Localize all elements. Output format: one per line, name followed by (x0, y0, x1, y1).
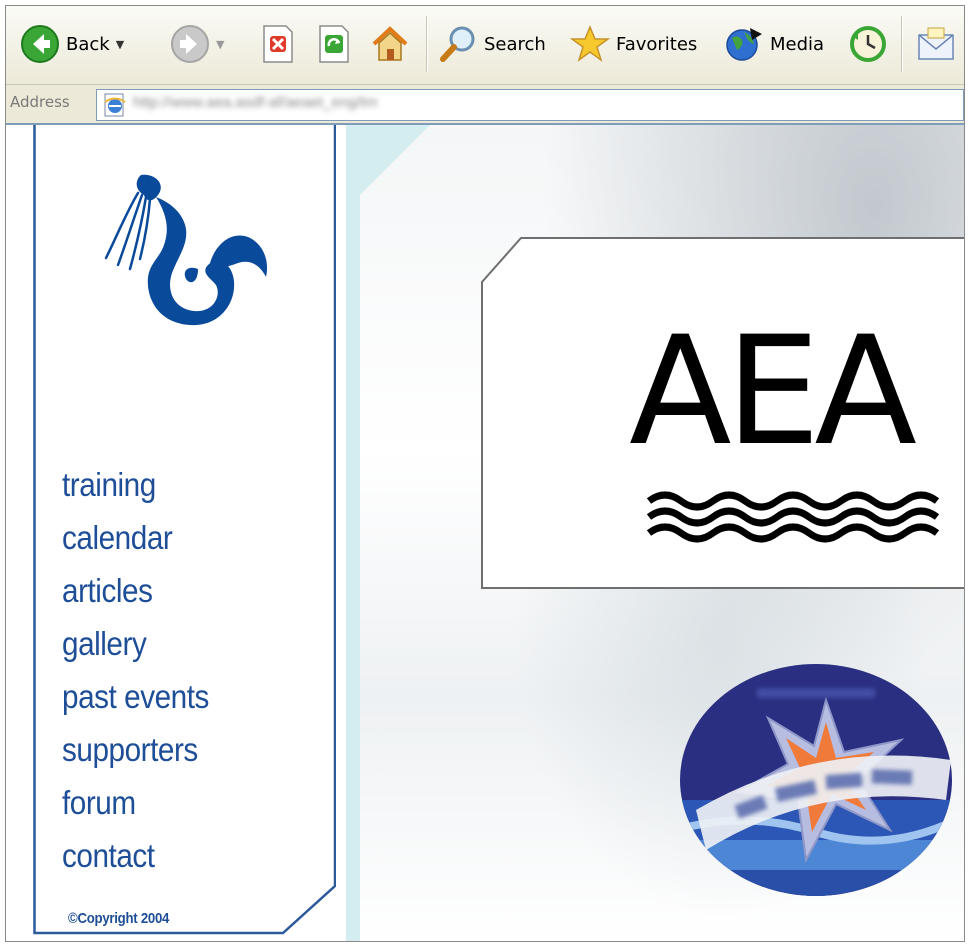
page-content: training calendar articles gallery past … (6, 125, 964, 941)
home-button[interactable] (370, 20, 410, 68)
search-icon (440, 26, 475, 62)
favorites-button[interactable]: Favorites (570, 20, 697, 68)
history-clock-icon (850, 26, 886, 62)
nav-supporters[interactable]: supporters (62, 723, 209, 776)
address-input[interactable]: http://www.aea.asdf-af/aeaet_eng/tm (96, 89, 964, 121)
stop-button[interactable] (260, 20, 296, 68)
starfish-badge (680, 664, 952, 896)
site-navigation: training calendar articles gallery past … (62, 458, 225, 882)
mail-icon (918, 27, 954, 60)
forward-button[interactable]: ▼ (170, 20, 224, 68)
home-icon (372, 26, 408, 61)
media-globe-icon (726, 28, 762, 61)
forward-dropdown-icon[interactable]: ▼ (216, 38, 224, 51)
aea-banner: AEA (481, 237, 964, 589)
toolbar-separator (901, 16, 903, 72)
history-button[interactable] (848, 20, 888, 68)
nav-contact[interactable]: contact (62, 829, 209, 882)
forward-arrow-icon (171, 25, 209, 63)
favorites-label: Favorites (616, 33, 698, 55)
mail-button[interactable] (916, 20, 956, 68)
banner-logo-text: AEA (629, 305, 916, 479)
nav-articles[interactable]: articles (62, 564, 209, 617)
ie-page-icon (104, 93, 126, 117)
back-arrow-icon (21, 25, 59, 63)
toolbar: Back ▼ ▼ Search Favorites Media (6, 6, 964, 85)
decorative-corner (360, 125, 430, 195)
search-label: Search (484, 33, 546, 55)
back-dropdown-icon[interactable]: ▼ (116, 38, 124, 51)
back-label: Back (66, 33, 110, 55)
refresh-button[interactable] (316, 20, 352, 68)
back-button[interactable]: Back ▼ (20, 20, 124, 68)
address-label: Address (10, 93, 70, 111)
star-icon (570, 25, 610, 62)
nav-past-events[interactable]: past events (62, 670, 209, 723)
nav-training[interactable]: training (62, 458, 209, 511)
toolbar-separator (426, 16, 428, 72)
nav-gallery[interactable]: gallery (62, 617, 209, 670)
search-button[interactable]: Search (438, 20, 546, 68)
refresh-page-icon (319, 25, 349, 63)
copyright-text: ©Copyright 2004 (68, 910, 170, 927)
stop-page-icon (263, 25, 293, 63)
mermaid-logo (104, 174, 268, 326)
browser-window: Back ▼ ▼ Search Favorites Media Address … (5, 5, 965, 942)
address-bar: Address http://www.aea.asdf-af/aeaet_eng… (6, 85, 964, 125)
decorative-strip (346, 125, 360, 941)
address-url: http://www.aea.asdf-af/aeaet_eng/tm (133, 94, 378, 111)
media-label: Media (770, 33, 825, 55)
nav-calendar[interactable]: calendar (62, 511, 209, 564)
nav-forum[interactable]: forum (62, 776, 209, 829)
media-button[interactable]: Media (724, 20, 824, 68)
